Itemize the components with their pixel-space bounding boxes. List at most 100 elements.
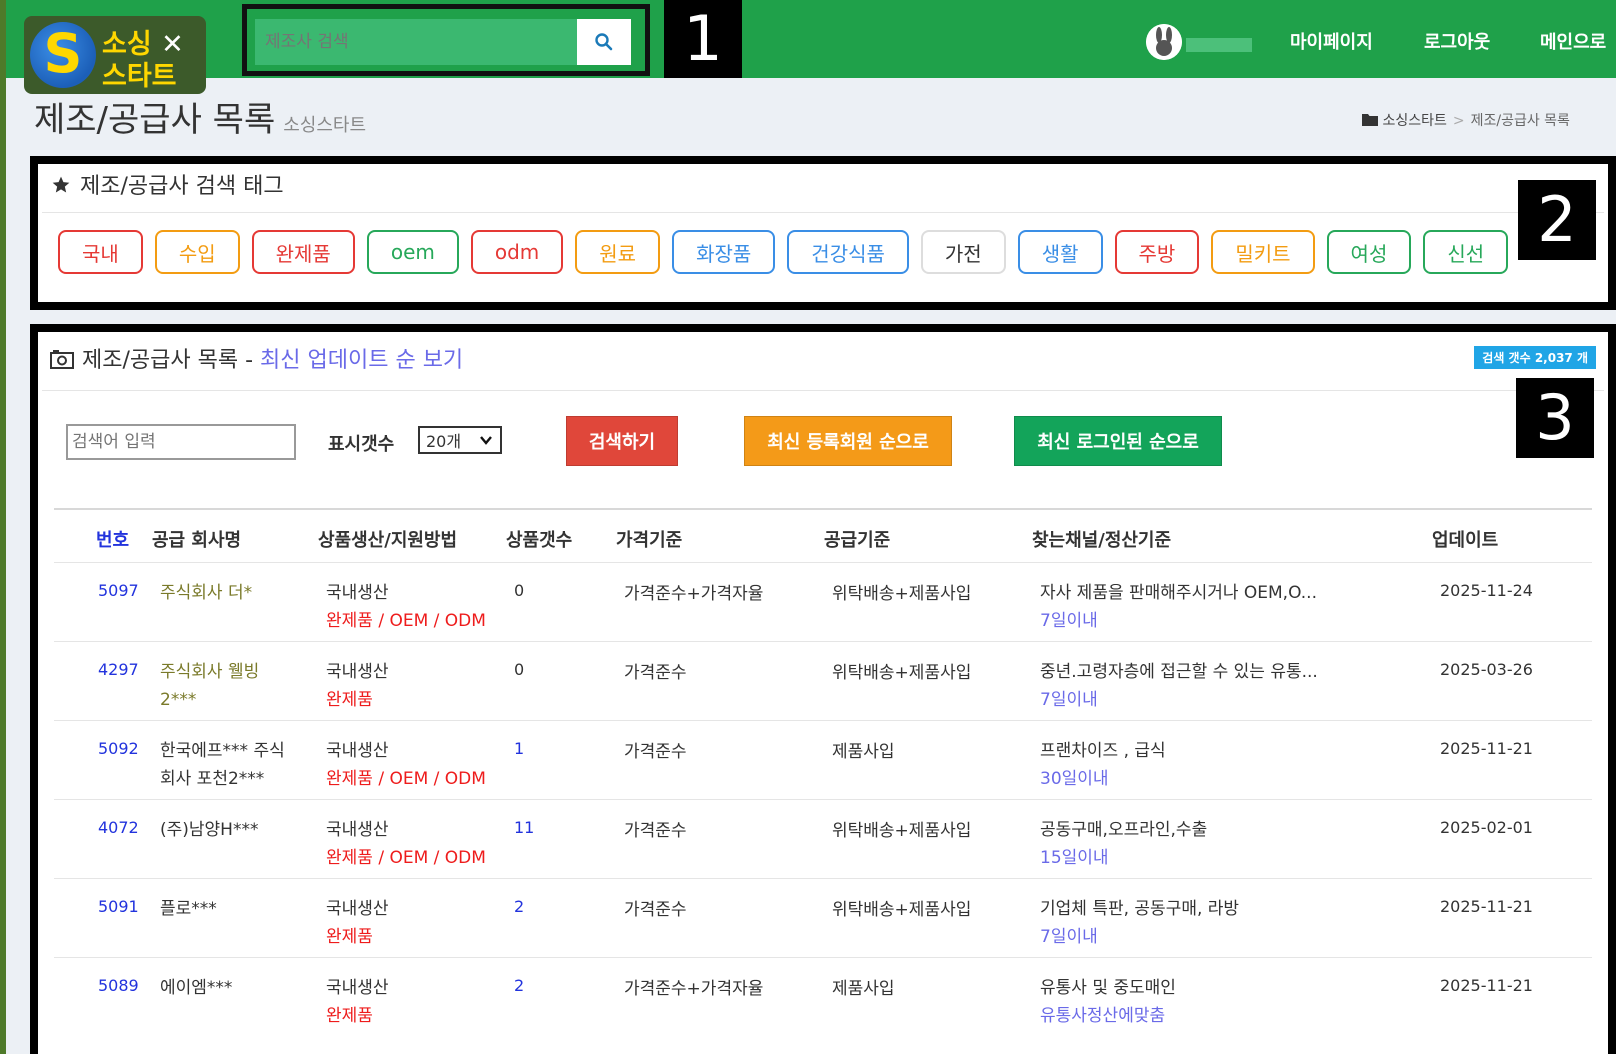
supply-policy: 제품사입	[832, 979, 895, 999]
tag-button[interactable]: 밀키트	[1211, 230, 1315, 274]
divider	[42, 212, 1604, 213]
nav-logout-link[interactable]: 로그아웃	[1424, 28, 1490, 54]
tag-button[interactable]: 화장품	[672, 230, 776, 274]
rabbit-avatar-icon	[1146, 24, 1182, 60]
production-method: 국내생산완제품	[326, 895, 389, 951]
avatar[interactable]	[1146, 24, 1182, 60]
updated-date: 2025-11-21	[1440, 739, 1533, 758]
settlement-period: 7일이내	[1040, 927, 1098, 947]
col-header-supply: 공급기준	[824, 530, 891, 551]
table-row[interactable]: 4072 (주)남양H*** 국내생산 완제품 / OEM / ODM 11 가격준수 위탁…	[54, 799, 1592, 879]
production-method-main: 국내생산	[326, 899, 389, 919]
row-number-link[interactable]: 5097	[98, 581, 139, 600]
production-method-main: 국내생산	[326, 662, 389, 682]
company-name-link[interactable]: 에이엠***	[160, 974, 232, 1002]
result-count-badge: 검색 갯수 2,037 개	[1474, 346, 1596, 369]
nav-main-link[interactable]: 메인으로	[1540, 28, 1606, 54]
top-navbar: 1 마이페이지 로그아웃 메인으로	[6, 0, 1616, 78]
production-method-sub: 완제품 / OEM / ODM	[326, 769, 486, 789]
tag-button[interactable]: 신선	[1423, 230, 1509, 274]
company-name-line1: 주식회사 웰빙	[160, 662, 260, 682]
tag-button[interactable]: 여성	[1326, 230, 1412, 274]
company-name-line1: 주식회사 더*	[160, 583, 253, 603]
updated-date: 2025-03-26	[1440, 660, 1533, 679]
col-header-channel: 찾는채널/정산기준	[1032, 530, 1172, 551]
company-name-link[interactable]: 플로***	[160, 895, 217, 923]
row-number-link[interactable]: 5092	[98, 739, 139, 758]
production-method-sub: 완제품	[326, 927, 373, 947]
display-count-select[interactable]: 20개	[418, 426, 502, 454]
table-row[interactable]: 4297 주식회사 웰빙 2*** 국내생산 완제품 0 가격준수 위탁배송+제품사입 중년.고…	[54, 641, 1592, 721]
company-name-link[interactable]: 주식회사 더*	[160, 579, 252, 607]
price-policy: 가격준수	[624, 900, 687, 920]
table-row[interactable]: 5092 한국에프*** 주식회사 포천2*** 국내생산 완제품 / OEM / O…	[54, 720, 1592, 800]
price-policy: 가격준수	[624, 821, 687, 841]
breadcrumb-home-link[interactable]: 소싱스타트	[1382, 113, 1446, 129]
tag-button[interactable]: 원료	[575, 230, 661, 274]
table-header: 번호 공급 회사명 상품생산/지원방법 상품갯수 가격기준 공급기준 찾는채널/…	[38, 512, 1608, 562]
product-count[interactable]: 2	[514, 897, 524, 916]
channel-settlement: 중년.고령자층에 접근할 수 있는 유통... 7일이내	[1040, 658, 1318, 714]
chevron-down-icon	[480, 436, 492, 445]
manufacturer-search-input[interactable]	[255, 19, 583, 65]
tag-button[interactable]: oem	[366, 230, 459, 274]
tag-button[interactable]: 국내	[58, 230, 143, 274]
search-box-highlight	[242, 4, 650, 76]
settlement-period: 30일이내	[1040, 769, 1109, 789]
page: 1 마이페이지 로그아웃 메인으로 S 소싱 ✕ 스타트 제조/공급사 목록소싱…	[6, 0, 1616, 1054]
search-submit-button[interactable]: 검색하기	[566, 416, 678, 466]
production-method: 국내생산 완제품 / OEM / ODM	[326, 737, 486, 793]
product-count[interactable]: 2	[514, 976, 524, 995]
company-name-line2: 회사 포천2***	[160, 769, 265, 789]
row-number-link[interactable]: 4297	[98, 660, 139, 679]
product-count[interactable]: 1	[514, 739, 524, 758]
col-header-num[interactable]: 번호	[96, 526, 129, 552]
supply-policy: 제품사입	[832, 742, 895, 762]
row-number-link[interactable]: 5089	[98, 976, 139, 995]
tag-button[interactable]: 주방	[1114, 230, 1200, 274]
sort-latest-login-button[interactable]: 최신 로그인된 순으로	[1014, 416, 1222, 466]
table-row[interactable]: 5091 플로*** 국내생산완제품 2 가격준수 위탁배송+제품사입 기업체 특판, 공동…	[54, 878, 1592, 958]
production-method-sub: 완제품	[326, 690, 373, 710]
search-button[interactable]	[577, 19, 631, 65]
updated-date: 2025-02-01	[1440, 818, 1533, 837]
col-header-method: 상품생산/지원방법	[318, 530, 458, 551]
tag-button[interactable]: 건강식품	[787, 230, 909, 274]
channel-settlement: 기업체 특판, 공동구매, 라방 7일이내	[1040, 895, 1239, 951]
supply-policy: 위탁배송+제품사입	[832, 900, 972, 920]
table-row[interactable]: 5097 주식회사 더* 국내생산 완제품 / OEM / ODM 0 가격준수+가격자율…	[54, 562, 1592, 642]
settlement-period: 유통사정산에맞춤	[1040, 1006, 1166, 1026]
search-tags-panel: 제조/공급사 검색 태그 국내 수입 완제품 oem odm 원료 화장품 건강식품 가전 생활 주…	[30, 156, 1616, 310]
channel-settlement: 공동구매,오프라인,수출 15일이내	[1040, 816, 1207, 872]
sort-mode-link[interactable]: 최신 업데이트 순 보기	[260, 348, 463, 373]
tag-button[interactable]: 가전	[920, 230, 1006, 274]
production-method-sub: 완제품 / OEM / ODM	[326, 848, 486, 868]
company-name-link[interactable]: 한국에프*** 주식회사 포천2***	[160, 737, 285, 793]
tag-button[interactable]: 수입	[154, 230, 240, 274]
callout-label-3: 3	[1516, 378, 1594, 458]
row-number-link[interactable]: 4072	[98, 818, 139, 837]
settlement-period: 7일이내	[1040, 690, 1098, 710]
tag-button[interactable]: odm	[470, 230, 564, 274]
tag-button[interactable]: 생활	[1017, 230, 1103, 274]
nav-mypage-link[interactable]: 마이페이지	[1290, 28, 1373, 54]
callout-label-1: 1	[664, 0, 742, 78]
company-name-link[interactable]: (주)남양H***	[160, 816, 258, 844]
product-count[interactable]: 11	[514, 818, 534, 837]
supply-policy: 위탁배송+제품사입	[832, 821, 972, 841]
production-method-main: 국내생산	[326, 583, 389, 603]
keyword-input[interactable]	[66, 424, 296, 460]
updated-date: 2025-11-21	[1440, 897, 1533, 916]
site-logo[interactable]: S 소싱 ✕ 스타트	[24, 16, 206, 94]
channel-text: 공동구매,오프라인,수출	[1040, 820, 1208, 840]
sort-newest-member-button[interactable]: 최신 등록회원 순으로	[744, 416, 952, 466]
company-name-link[interactable]: 주식회사 웰빙 2***	[160, 658, 259, 714]
production-method-sub: 완제품	[326, 1006, 373, 1026]
row-number-link[interactable]: 5091	[98, 897, 139, 916]
company-name-line1: 한국에프*** 주식	[160, 741, 285, 761]
tag-list: 국내 수입 완제품 oem odm 원료 화장품 건강식품 가전 생활 주방 밀키트 여성 신선	[58, 230, 1509, 274]
breadcrumb: 소싱스타트 > 제조/공급사 목록	[1362, 110, 1570, 130]
supplier-list-panel: 제조/공급사 목록 - 최신 업데이트 순 보기 검색 갯수 2,037 개 표…	[30, 324, 1616, 1054]
table-row[interactable]: 5089 에이엠*** 국내생산 완제품 2 가격준수+가격자율 제품사입 유통사 및 중도매…	[54, 957, 1592, 1037]
tag-button[interactable]: 완제품	[251, 230, 355, 274]
